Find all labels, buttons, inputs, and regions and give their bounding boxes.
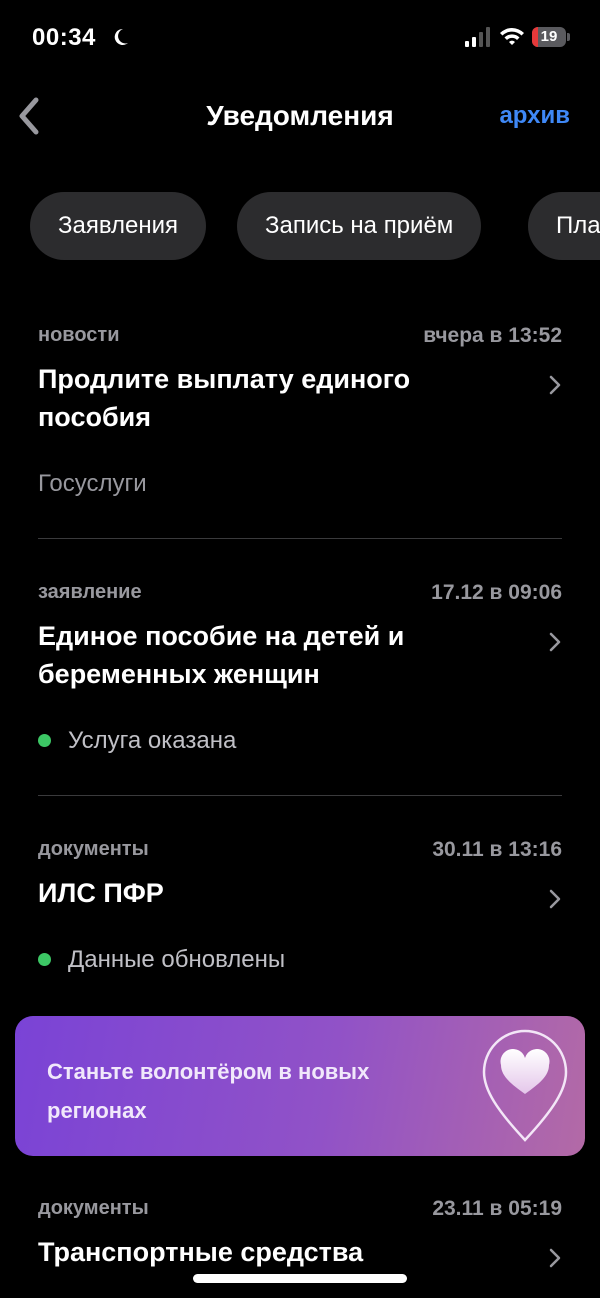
notification-status: Данные обновлены — [68, 946, 286, 973]
divider — [38, 795, 562, 796]
chevron-right-icon — [549, 889, 561, 909]
chip-applications[interactable]: Заявления — [30, 192, 207, 260]
wifi-icon — [500, 28, 524, 45]
notification-title: Продлите выплату единого пособия — [38, 364, 411, 432]
chevron-right-icon — [549, 1248, 561, 1268]
notification-category: новости — [38, 324, 120, 346]
notification-status: Услуга оказана — [68, 727, 237, 754]
notification-item[interactable]: документы 30.11 в 13:16 ИЛС ПФР Данные о… — [38, 838, 562, 988]
notification-title: Единое пособие на детей и беременных жен… — [38, 621, 405, 689]
battery-icon: 19 — [532, 27, 570, 47]
chip-appointment[interactable]: Запись на приём — [237, 192, 482, 260]
notification-category: документы — [38, 1197, 149, 1219]
battery-level: 19 — [540, 28, 558, 45]
nav-bar: Уведомления архив — [0, 86, 600, 146]
status-time: 00:34 — [32, 24, 96, 51]
chevron-right-icon — [549, 632, 561, 652]
status-dot-icon — [38, 953, 51, 966]
status-dot-icon — [38, 734, 51, 747]
signal-icon — [465, 27, 490, 47]
notification-time: 30.11 в 13:16 — [432, 838, 562, 861]
notification-category: заявление — [38, 581, 142, 603]
divider — [38, 538, 562, 539]
notification-item[interactable]: новости вчера в 13:52 Продлите выплату е… — [38, 324, 562, 514]
status-bar: 00:34 19 — [0, 0, 600, 76]
chip-payments[interactable]: Платежи — [528, 192, 600, 260]
volunteer-banner[interactable]: Станьте волонтёром в новых регионах — [15, 1016, 585, 1156]
notification-source: Госуслуги — [38, 470, 147, 497]
heart-pin-icon — [482, 1029, 568, 1142]
chevron-right-icon — [549, 375, 561, 395]
banner-text: Станьте волонтёром в новых регионах — [47, 1059, 370, 1123]
notification-time: 17.12 в 09:06 — [431, 581, 562, 604]
notification-title: Транспортные средства — [38, 1237, 364, 1267]
filter-chips: Заявления Запись на приём Платежи — [0, 192, 600, 262]
notification-category: документы — [38, 838, 149, 860]
archive-link[interactable]: архив — [499, 102, 570, 130]
notification-time: вчера в 13:52 — [423, 324, 562, 347]
notification-item[interactable]: заявление 17.12 в 09:06 Единое пособие н… — [38, 581, 562, 771]
moon-icon — [114, 28, 128, 45]
notification-title: ИЛС ПФР — [38, 878, 164, 908]
notification-time: 23.11 в 05:19 — [432, 1197, 562, 1220]
home-indicator[interactable] — [193, 1274, 407, 1283]
